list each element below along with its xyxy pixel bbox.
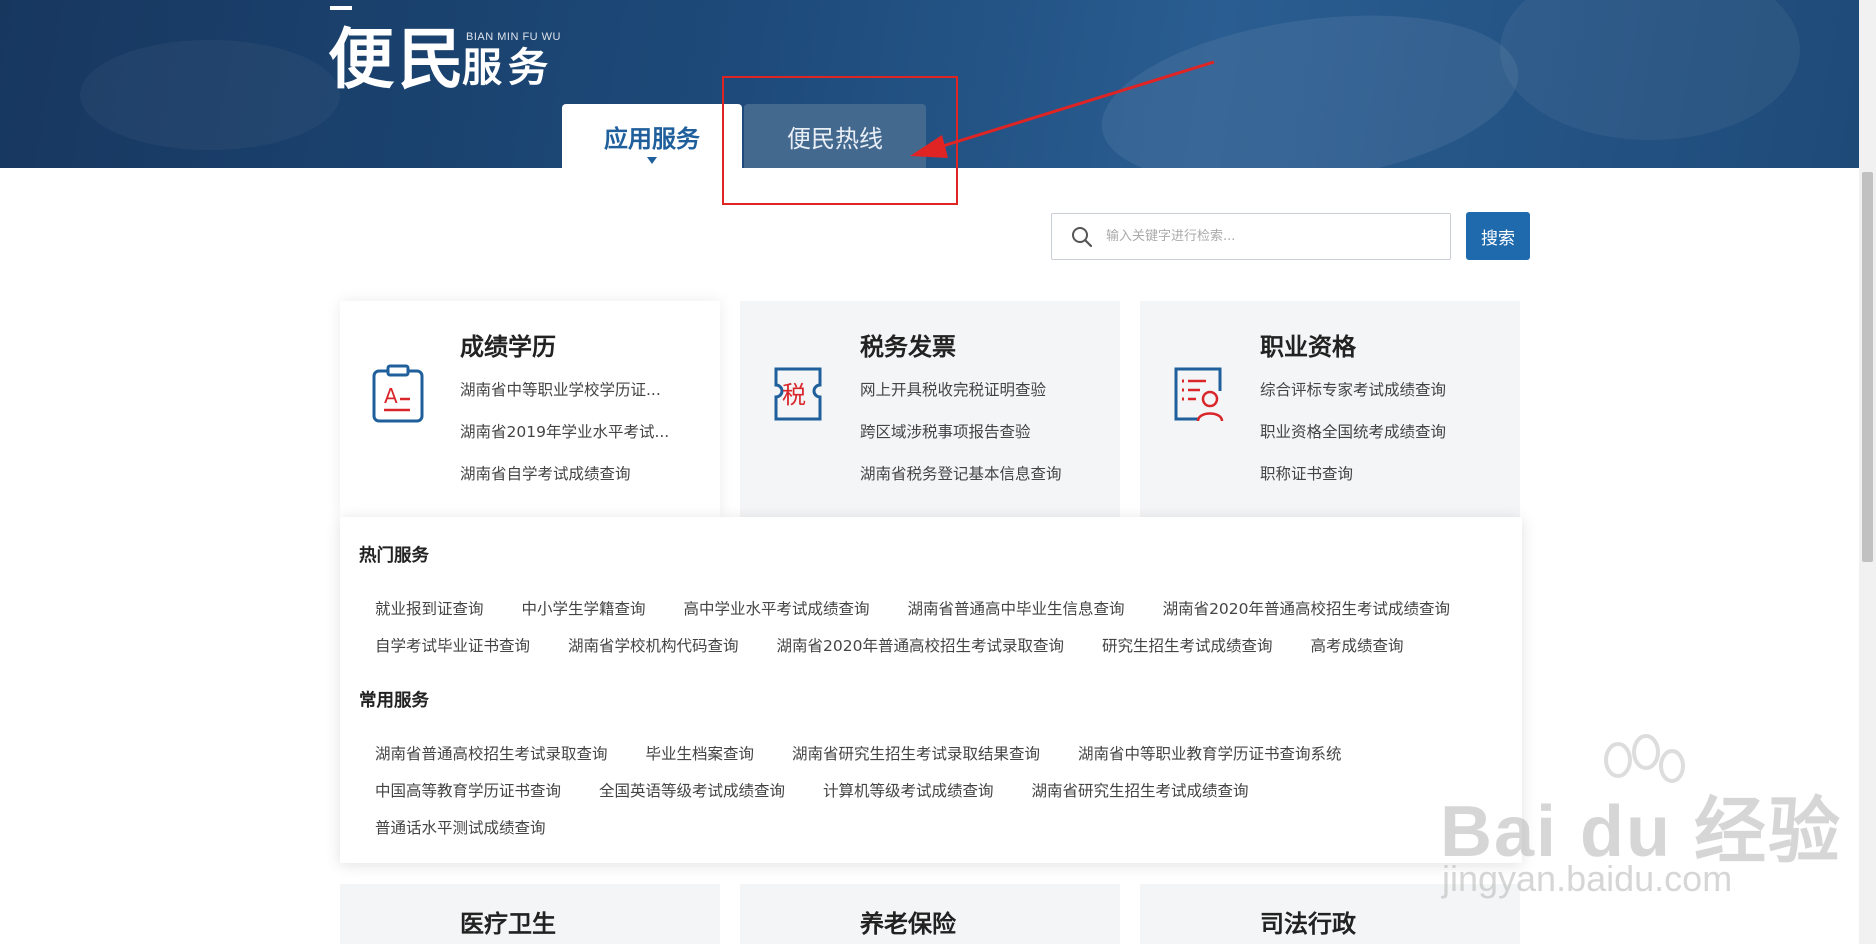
tab-app-services[interactable]: 应用服务 <box>562 104 742 168</box>
search-box <box>1051 213 1451 260</box>
common-services-row: 湖南省普通高校招生考试录取查询 毕业生档案查询 湖南省研究生招生考试录取结果查询… <box>375 742 1342 764</box>
category-title: 医疗卫生 <box>460 910 556 938</box>
common-services-title: 常用服务 <box>359 691 429 711</box>
annotation-highlight-box <box>722 76 958 205</box>
caret-down-icon <box>647 157 657 164</box>
service-link[interactable]: 全国英语等级考试成绩查询 <box>599 779 785 801</box>
services-dropdown-panel: 热门服务 就业报到证查询 中小学生学籍查询 高中学业水平考试成绩查询 湖南省普通… <box>340 517 1522 863</box>
search-input[interactable] <box>1106 221 1436 252</box>
category-card-medical[interactable]: 医疗卫生 <box>340 884 720 944</box>
svg-text:税: 税 <box>782 381 806 409</box>
service-link[interactable]: 湖南省普通高中毕业生信息查询 <box>908 597 1125 619</box>
service-link[interactable]: 湖南省普通高校招生考试录取查询 <box>375 742 608 764</box>
banner-decoration <box>1500 0 1800 140</box>
category-card-qualification[interactable]: 职业资格 综合评标专家考试成绩查询 职业资格全国统考成绩查询 职称证书查询 <box>1140 301 1520 517</box>
brand-subtitle: 服务 <box>462 45 554 91</box>
qualification-icon <box>1174 367 1224 422</box>
brand-title: 便民 <box>328 21 468 98</box>
certificate-icon: A <box>372 364 424 423</box>
service-link[interactable]: 自学考试毕业证书查询 <box>375 634 530 656</box>
service-link[interactable]: 湖南省2020年普通高校招生考试录取查询 <box>777 634 1064 656</box>
tab-label: 应用服务 <box>604 124 700 153</box>
hot-services-row: 就业报到证查询 中小学生学籍查询 高中学业水平考试成绩查询 湖南省普通高中毕业生… <box>375 597 1450 619</box>
service-link[interactable]: 中国高等教育学历证书查询 <box>375 779 561 801</box>
service-link[interactable]: 中小学生学籍查询 <box>522 597 646 619</box>
brand-pinyin: BIAN MIN FU WU <box>466 31 561 43</box>
service-link[interactable]: 湖南省学校机构代码查询 <box>568 634 739 656</box>
category-title: 养老保险 <box>860 910 956 938</box>
category-card-tax[interactable]: 税 税务发票 网上开具税收完税证明查验 跨区域涉税事项报告查验 湖南省税务登记基… <box>740 301 1120 517</box>
scrollbar-thumb[interactable] <box>1862 172 1873 562</box>
category-title: 税务发票 <box>860 333 956 361</box>
common-services-row: 中国高等教育学历证书查询 全国英语等级考试成绩查询 计算机等级考试成绩查询 湖南… <box>375 779 1249 801</box>
search-icon <box>1072 226 1093 247</box>
svg-text:A: A <box>384 384 398 408</box>
category-link[interactable]: 湖南省中等职业学校学历证... <box>460 378 700 400</box>
category-link[interactable]: 网上开具税收完税证明查验 <box>860 378 1100 400</box>
banner-decoration <box>80 40 340 150</box>
search-button[interactable]: 搜索 <box>1466 212 1530 260</box>
category-link[interactable]: 湖南省自学考试成绩查询 <box>460 462 700 484</box>
service-link[interactable]: 高考成绩查询 <box>1311 634 1404 656</box>
service-link[interactable]: 计算机等级考试成绩查询 <box>823 779 994 801</box>
category-link[interactable]: 跨区域涉税事项报告查验 <box>860 420 1100 442</box>
category-title: 职业资格 <box>1260 333 1356 361</box>
brand-accent-bar <box>330 6 352 10</box>
service-link[interactable]: 就业报到证查询 <box>375 597 484 619</box>
category-card-pension[interactable]: 养老保险 <box>740 884 1120 944</box>
service-link[interactable]: 普通话水平测试成绩查询 <box>375 816 546 838</box>
service-link[interactable]: 高中学业水平考试成绩查询 <box>684 597 870 619</box>
service-link[interactable]: 湖南省中等职业教育学历证书查询系统 <box>1078 742 1342 764</box>
hot-services-title: 热门服务 <box>359 546 429 566</box>
category-card-scores[interactable]: A 成绩学历 湖南省中等职业学校学历证... 湖南省2019年学业水平考试...… <box>340 301 720 517</box>
hot-services-row: 自学考试毕业证书查询 湖南省学校机构代码查询 湖南省2020年普通高校招生考试录… <box>375 634 1404 656</box>
service-link[interactable]: 湖南省2020年普通高校招生考试成绩查询 <box>1163 597 1450 619</box>
category-title: 成绩学历 <box>460 333 556 361</box>
category-link[interactable]: 职业资格全国统考成绩查询 <box>1260 420 1500 442</box>
category-link[interactable]: 综合评标专家考试成绩查询 <box>1260 378 1500 400</box>
category-link[interactable]: 湖南省2019年学业水平考试... <box>460 420 700 442</box>
page-scrollbar[interactable] <box>1859 0 1876 944</box>
banner-decoration <box>1090 0 1530 168</box>
watermark-url: jingyan.baidu.com <box>1442 858 1733 899</box>
tax-ticket-icon: 税 <box>774 367 822 421</box>
category-link[interactable]: 职称证书查询 <box>1260 462 1500 484</box>
service-link[interactable]: 湖南省研究生招生考试录取结果查询 <box>792 742 1040 764</box>
service-link[interactable]: 毕业生档案查询 <box>646 742 755 764</box>
category-link[interactable]: 湖南省税务登记基本信息查询 <box>860 462 1100 484</box>
category-title: 司法行政 <box>1260 910 1356 938</box>
common-services-row: 普通话水平测试成绩查询 <box>375 816 546 838</box>
service-link[interactable]: 湖南省研究生招生考试成绩查询 <box>1032 779 1249 801</box>
service-link[interactable]: 研究生招生考试成绩查询 <box>1102 634 1273 656</box>
